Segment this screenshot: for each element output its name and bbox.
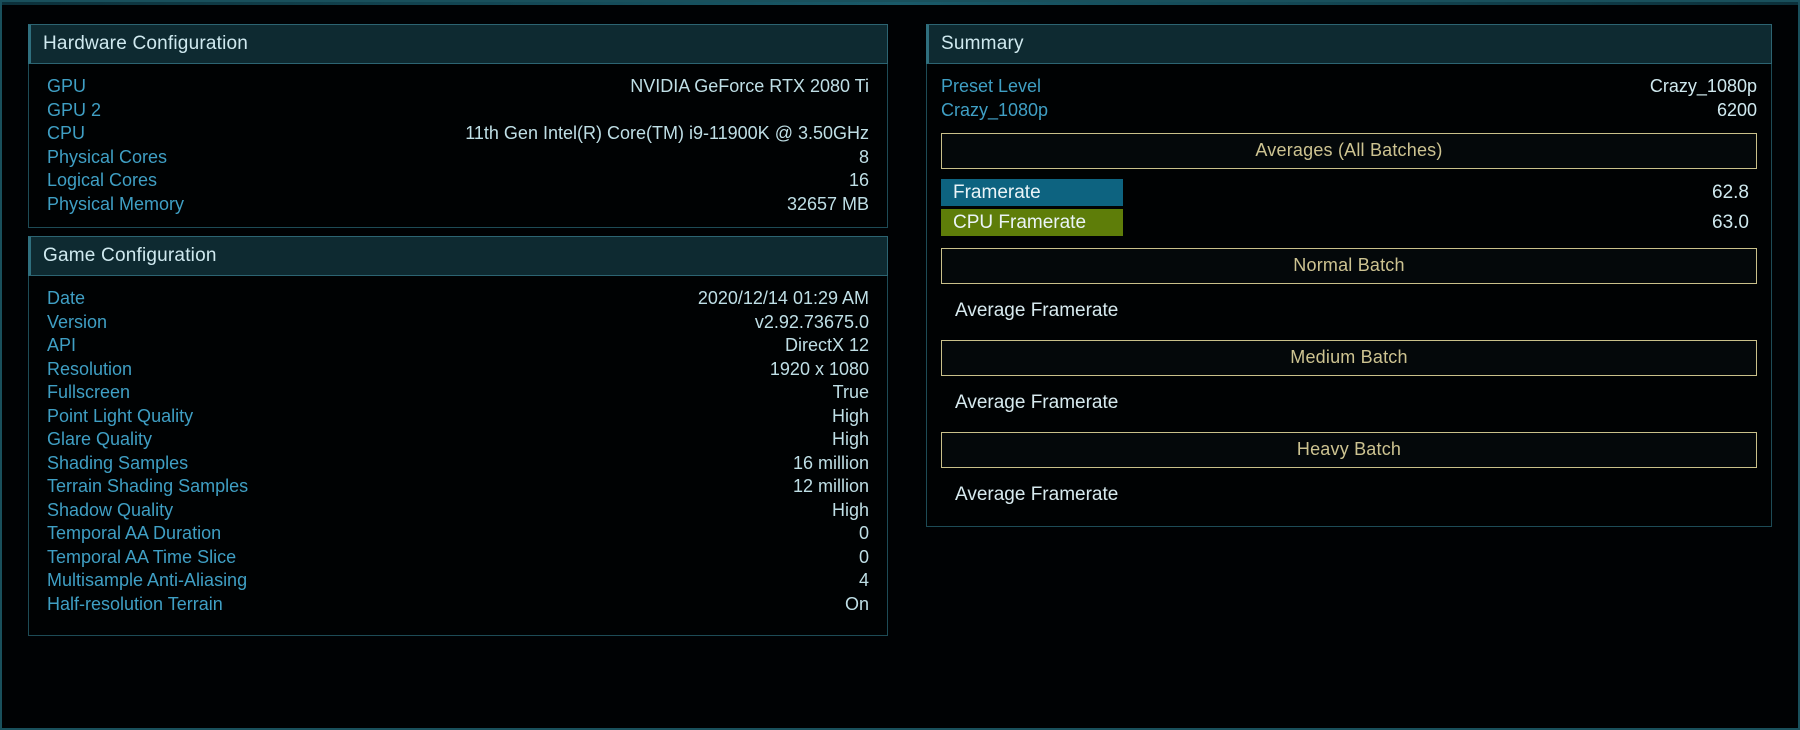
hardware-physical-cores-value: 8 — [858, 146, 869, 167]
game-resolution-label: Resolution — [47, 358, 133, 379]
hardware-logical-cores-label: Logical Cores — [47, 170, 158, 190]
hardware-physical-memory-label: Physical Memory — [47, 193, 185, 214]
game-multisample-anti-aliasing-row: Multisample Anti-Aliasing 4 — [47, 568, 869, 592]
game-terrain-shading-samples-label: Terrain Shading Samples — [47, 476, 249, 496]
summary-crazy-1080p-row: Crazy_1080p 6200 — [941, 98, 1757, 122]
game-shading-samples-value: 16 million — [792, 452, 869, 473]
hardware-physical-memory-value: 32657 MB — [786, 193, 869, 214]
game-shadow-quality-value: High — [831, 499, 869, 520]
game-multisample-anti-aliasing-value: 4 — [858, 570, 869, 590]
hardware-cpu-row: CPU 11th Gen Intel(R) Core(TM) i9-11900K … — [47, 121, 869, 145]
game-terrain-shading-samples-value: 12 million — [792, 476, 869, 496]
game-temporal-aa-duration-value: 0 — [858, 523, 869, 543]
heavy-batch-average-framerate-row: Average Framerate — [941, 478, 1757, 512]
hardware-gpu-2-row: GPU 2 — [47, 98, 869, 122]
heavy-batch-banner: Heavy Batch — [941, 432, 1757, 468]
normal-batch-banner: Normal Batch — [941, 248, 1757, 284]
game-shading-samples-label: Shading Samples — [47, 452, 189, 473]
right-column: Summary Preset Level Crazy_1080p Crazy_108… — [926, 24, 1772, 710]
summary-preset-level-row: Preset Level Crazy_1080p — [941, 74, 1757, 98]
hardware-logical-cores-row: Logical Cores 16 — [47, 168, 869, 192]
game-temporal-aa-time-slice-value: 0 — [858, 546, 869, 567]
hardware-cpu-label: CPU — [47, 123, 86, 143]
game-resolution-value: 1920 x 1080 — [769, 358, 869, 379]
game-glare-quality-value: High — [831, 429, 869, 449]
cpu-framerate-metric-row: CPU Framerate 63.0 — [941, 209, 1757, 236]
medium-batch-average-framerate-row: Average Framerate — [941, 386, 1757, 420]
cpu-framerate-value: 63.0 — [1712, 211, 1749, 233]
hardware-configuration-title: Hardware Configuration — [28, 24, 888, 64]
game-shadow-quality-label: Shadow Quality — [47, 499, 174, 520]
game-temporal-aa-time-slice-row: Temporal AA Time Slice 0 — [47, 545, 869, 569]
game-version-row: Version v2.92.73675.0 — [47, 310, 869, 334]
hardware-configuration-panel: Hardware Configuration GPU NVIDIA GeForce… — [28, 24, 888, 228]
game-date-value: 2020/12/14 01:29 AM — [697, 288, 869, 308]
game-fullscreen-label: Fullscreen — [47, 382, 131, 402]
game-half-resolution-terrain-row: Half-resolution Terrain On — [47, 592, 869, 616]
game-api-value: DirectX 12 — [784, 335, 869, 355]
game-configuration-panel: Game Configuration Date 2020/12/14 01:29 … — [28, 236, 888, 636]
hardware-gpu-value: NVIDIA GeForce RTX 2080 Ti — [630, 76, 869, 96]
game-resolution-row: Resolution 1920 x 1080 — [47, 357, 869, 381]
hardware-physical-cores-row: Physical Cores 8 — [47, 145, 869, 169]
hardware-gpu-2-label: GPU 2 — [47, 99, 102, 120]
summary-panel: Summary Preset Level Crazy_1080p Crazy_108… — [926, 24, 1772, 527]
game-shading-samples-row: Shading Samples 16 million — [47, 451, 869, 475]
summary-body: Preset Level Crazy_1080p Crazy_1080p 6200 Av… — [926, 64, 1772, 527]
hardware-physical-cores-label: Physical Cores — [47, 146, 168, 167]
game-half-resolution-terrain-label: Half-resolution Terrain — [47, 593, 223, 614]
cpu-framerate-chip: CPU Framerate — [941, 209, 1123, 236]
summary-preset-level-value: Crazy_1080p — [1649, 76, 1757, 96]
game-terrain-shading-samples-row: Terrain Shading Samples 12 million — [47, 474, 869, 498]
game-api-row: API DirectX 12 — [47, 333, 869, 357]
game-glare-quality-label: Glare Quality — [47, 429, 153, 449]
hardware-configuration-body: GPU NVIDIA GeForce RTX 2080 Ti GPU 2 CPU 11t… — [28, 64, 888, 228]
results-columns: Hardware Configuration GPU NVIDIA GeForce… — [2, 2, 1798, 728]
summary-preset-level-label: Preset Level — [941, 76, 1042, 96]
game-point-light-quality-value: High — [831, 405, 869, 426]
game-fullscreen-row: Fullscreen True — [47, 380, 869, 404]
game-configuration-body: Date 2020/12/14 01:29 AM Version v2.92.7367… — [28, 276, 888, 636]
game-temporal-aa-time-slice-label: Temporal AA Time Slice — [47, 546, 237, 567]
heavy-batch-average-framerate-label: Average Framerate — [955, 484, 1119, 505]
framerate-value: 62.8 — [1712, 181, 1749, 203]
summary-crazy-1080p-value: 6200 — [1716, 99, 1757, 120]
game-temporal-aa-duration-row: Temporal AA Duration 0 — [47, 521, 869, 545]
framerate-metric-row: Framerate 62.8 — [941, 179, 1757, 206]
left-column: Hardware Configuration GPU NVIDIA GeForce… — [28, 24, 888, 710]
hardware-logical-cores-value: 16 — [848, 170, 869, 190]
framerate-chip: Framerate — [941, 179, 1123, 206]
game-fullscreen-value: True — [832, 382, 869, 402]
game-version-value: v2.92.73675.0 — [754, 311, 869, 332]
game-shadow-quality-row: Shadow Quality High — [47, 498, 869, 522]
game-date-label: Date — [47, 288, 86, 308]
game-multisample-anti-aliasing-label: Multisample Anti-Aliasing — [47, 570, 248, 590]
game-glare-quality-row: Glare Quality High — [47, 427, 869, 451]
benchmark-results-window: Hardware Configuration GPU NVIDIA GeForce… — [0, 0, 1800, 730]
game-api-label: API — [47, 335, 77, 355]
hardware-physical-memory-row: Physical Memory 32657 MB — [47, 192, 869, 216]
game-point-light-quality-row: Point Light Quality High — [47, 404, 869, 428]
averages-all-batches-banner: Averages (All Batches) — [941, 133, 1757, 169]
normal-batch-average-framerate-label: Average Framerate — [955, 300, 1119, 321]
game-temporal-aa-duration-label: Temporal AA Duration — [47, 523, 222, 543]
summary-crazy-1080p-label: Crazy_1080p — [941, 99, 1049, 120]
hardware-cpu-value: 11th Gen Intel(R) Core(TM) i9-11900K @ 3… — [465, 123, 869, 143]
medium-batch-average-framerate-label: Average Framerate — [955, 392, 1119, 413]
game-half-resolution-terrain-value: On — [844, 593, 869, 614]
game-point-light-quality-label: Point Light Quality — [47, 405, 194, 426]
summary-title: Summary — [926, 24, 1772, 64]
game-version-label: Version — [47, 311, 108, 332]
medium-batch-banner: Medium Batch — [941, 340, 1757, 376]
game-date-row: Date 2020/12/14 01:29 AM — [47, 286, 869, 310]
hardware-gpu-row: GPU NVIDIA GeForce RTX 2080 Ti — [47, 74, 869, 98]
hardware-gpu-label: GPU — [47, 76, 87, 96]
normal-batch-average-framerate-row: Average Framerate — [941, 294, 1757, 328]
game-configuration-title: Game Configuration — [28, 236, 888, 276]
